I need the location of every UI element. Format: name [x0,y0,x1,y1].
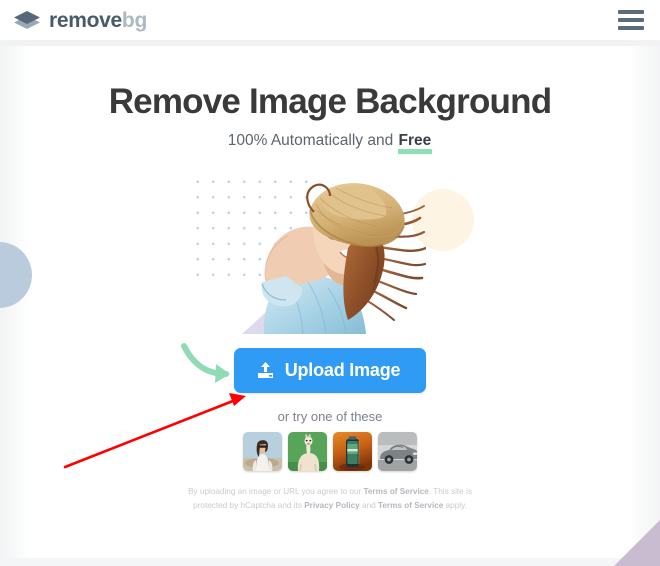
sample-thumbnails [0,432,660,472]
legal-line2-suffix: apply. [443,500,467,510]
hamburger-bar [618,10,644,14]
hero-photo [236,170,426,335]
terms-of-service-link-1[interactable]: Terms of Service [363,487,428,496]
hero-section: Remove Image Background 100% Automatical… [0,46,660,150]
main-content: Remove Image Background 100% Automatical… [0,46,660,566]
legal-line1-prefix: By uploading an image or URL you agree t… [188,487,364,497]
brand-primary-text: remove [49,8,122,32]
sample-thumb-alpaca[interactable] [288,432,327,472]
terms-of-service-link-2[interactable]: Terms of Service [378,501,443,510]
decorative-corner-triangle [614,520,660,566]
upload-image-button-label: Upload Image [284,360,401,381]
hero-subtitle-prefix: 100% Automatically and [227,132,398,150]
sample-thumb-woman[interactable] [243,432,282,472]
hamburger-bar [618,26,644,30]
brand-secondary-text: bg [121,8,147,32]
legal-line2-prefix: protected by hCaptcha and its [193,500,305,510]
site-header: removebg [0,0,660,40]
hamburger-menu-icon[interactable] [618,10,644,30]
upload-row: Upload Image [0,343,660,394]
legal-disclaimer: By uploading an image or URL you agree t… [165,485,495,512]
hero-subtitle: 100% Automatically and Free [0,132,660,150]
page-title: Remove Image Background [108,82,552,121]
brand-wordmark: removebg [49,10,147,31]
layers-diamond-icon [14,9,40,31]
page-root: removebg Remove Image Background 100% Au… [0,0,660,566]
green-hint-arrow-icon [181,343,230,384]
legal-line1-suffix: . This site is [428,487,472,497]
hero-visual [180,168,480,335]
page-bottom-strip [0,558,660,566]
hero-subtitle-highlight: Free [398,132,432,150]
upload-icon [256,361,275,380]
legal-line2-mid: and [359,500,378,510]
samples-caption: or try one of these [277,409,383,425]
sample-thumb-product[interactable] [333,432,372,472]
upload-image-button[interactable]: Upload Image [233,348,427,394]
sample-thumb-car[interactable] [378,432,417,472]
header-divider [0,40,660,46]
brand-logo-link[interactable]: removebg [14,9,147,31]
hamburger-bar [618,18,644,22]
privacy-policy-link[interactable]: Privacy Policy [304,501,360,510]
